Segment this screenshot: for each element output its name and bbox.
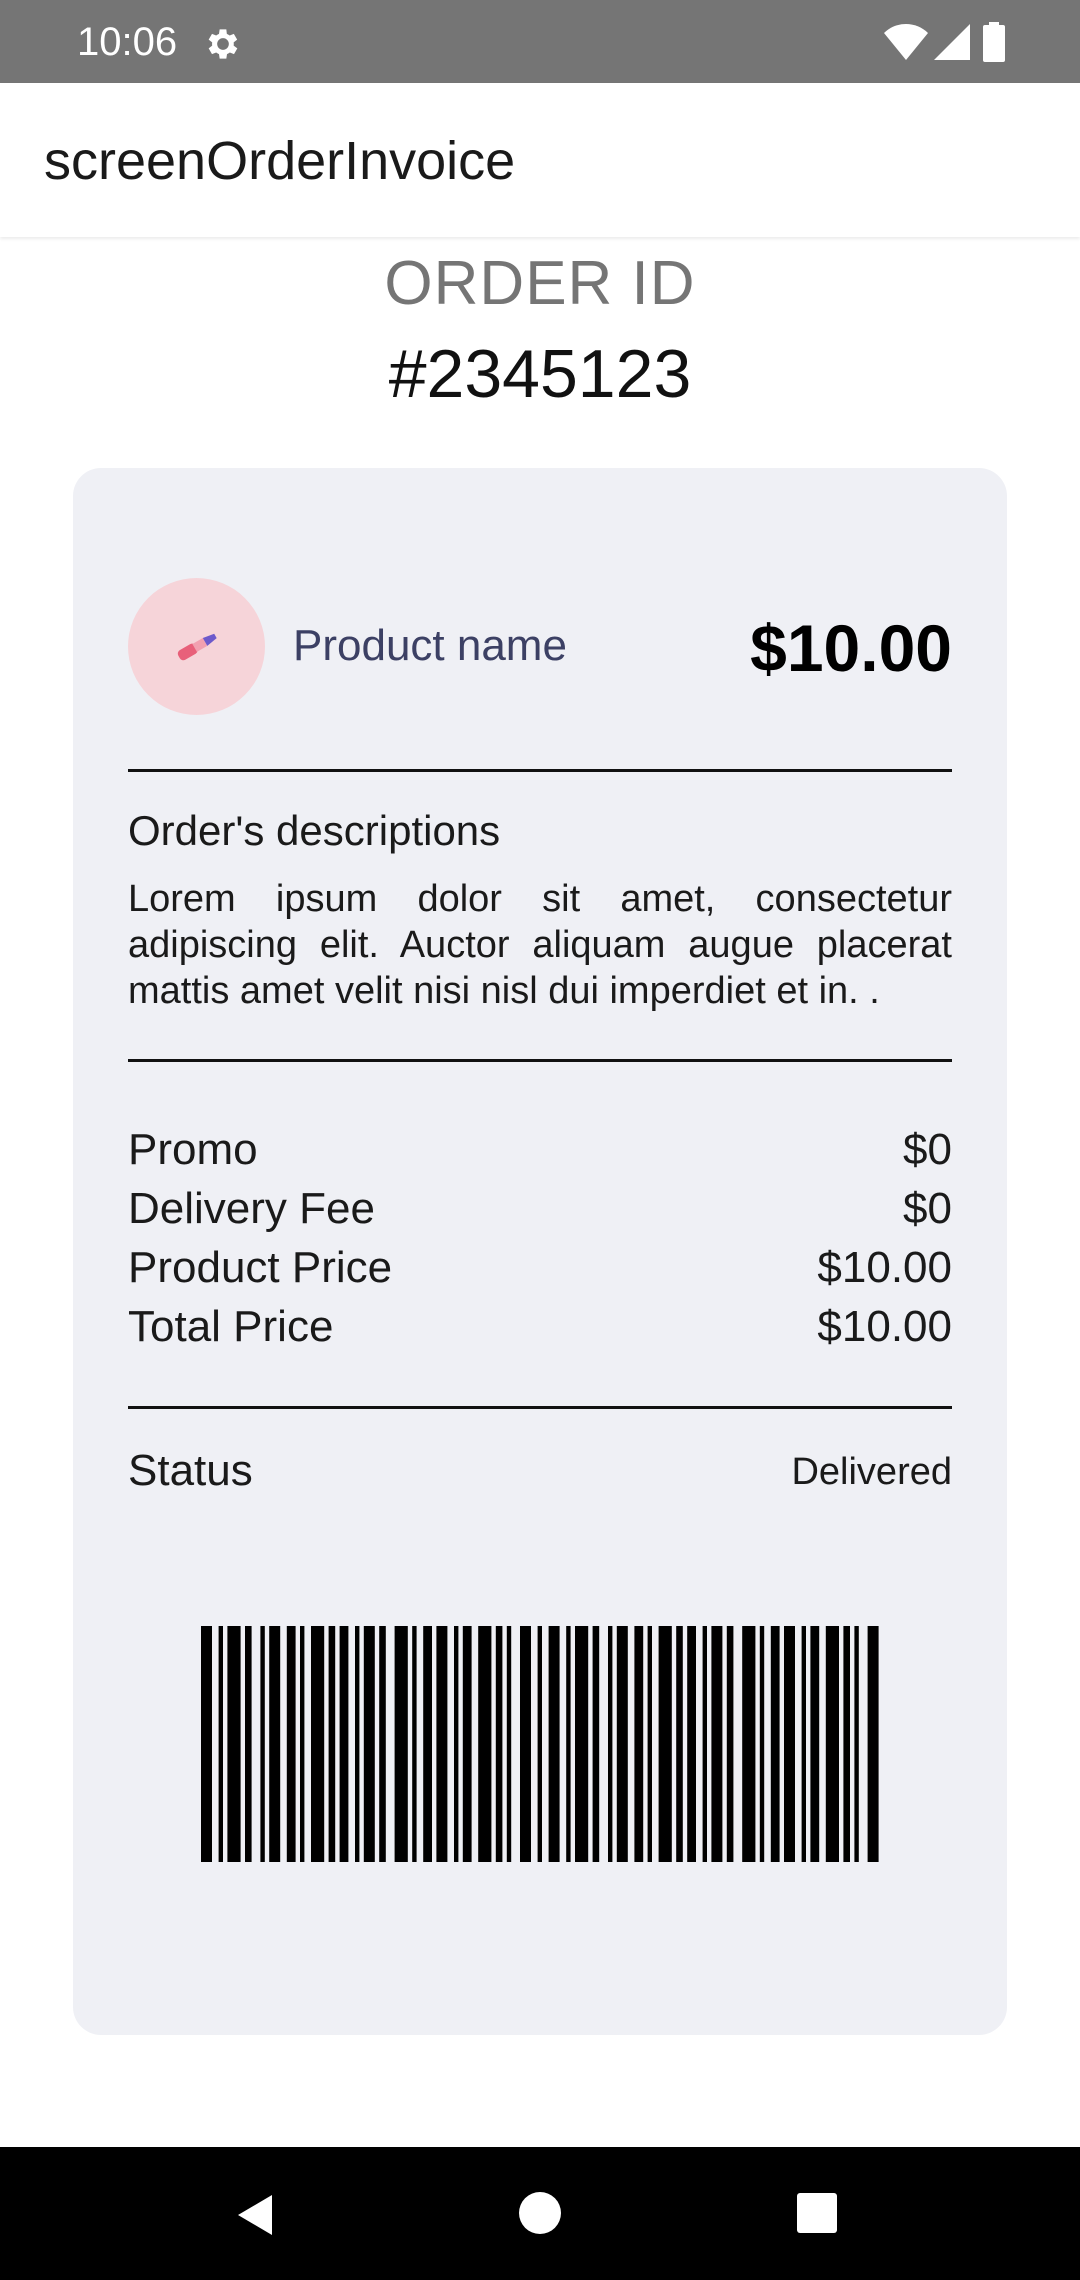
product-name: Product name: [293, 621, 567, 670]
lipstick-icon: [177, 633, 217, 661]
description-title: Order's descriptions: [128, 807, 501, 854]
status-badge: Delivered: [791, 1451, 952, 1493]
navigation-bar: [0, 2147, 1080, 2280]
divider: [128, 1059, 952, 1062]
price-row-value: $0: [903, 1184, 952, 1233]
home-icon[interactable]: [518, 2191, 562, 2235]
price-row-value: $10.00: [817, 1243, 952, 1292]
price-row-label: Total Price: [128, 1302, 334, 1351]
order-id-value: #2345123: [388, 336, 692, 412]
app-bar: screenOrderInvoice: [0, 83, 1080, 237]
page-title: screenOrderInvoice: [44, 131, 516, 191]
price-row-label: Promo: [128, 1125, 258, 1174]
price-row-value: $0: [903, 1125, 952, 1174]
description-body: Lorem ipsum dolor sit amet, consectetur …: [128, 878, 952, 1012]
status-bar: 10:06: [0, 0, 1080, 83]
price-row-label: Product Price: [128, 1243, 393, 1292]
price-row-label: Delivery Fee: [128, 1184, 375, 1233]
status-label: Status: [128, 1446, 253, 1495]
price-row-total-price: Total Price $10.00: [128, 1301, 952, 1353]
signal-icon: [934, 24, 970, 60]
wifi-icon: [884, 24, 928, 60]
recent-apps-icon[interactable]: [797, 2193, 837, 2233]
divider: [128, 1406, 952, 1409]
order-id-label: ORDER ID: [384, 249, 696, 318]
price-row-value: $10.00: [817, 1302, 952, 1351]
product-price: $10.00: [750, 611, 952, 685]
barcode: [201, 1626, 879, 1862]
invoice-card: Product name $10.00 Order's descriptions…: [73, 468, 1007, 2035]
back-icon[interactable]: [232, 2191, 280, 2239]
divider: [128, 769, 952, 772]
status-row: Status Delivered: [128, 1445, 952, 1497]
price-row-delivery-fee: Delivery Fee $0: [128, 1183, 952, 1235]
price-row-product-price: Product Price $10.00: [128, 1242, 952, 1294]
product-thumbnail: [128, 578, 265, 715]
price-row-promo: Promo $0: [128, 1124, 952, 1176]
battery-icon: [983, 22, 1005, 62]
status-time: 10:06: [77, 20, 178, 64]
gear-icon: [208, 29, 238, 59]
